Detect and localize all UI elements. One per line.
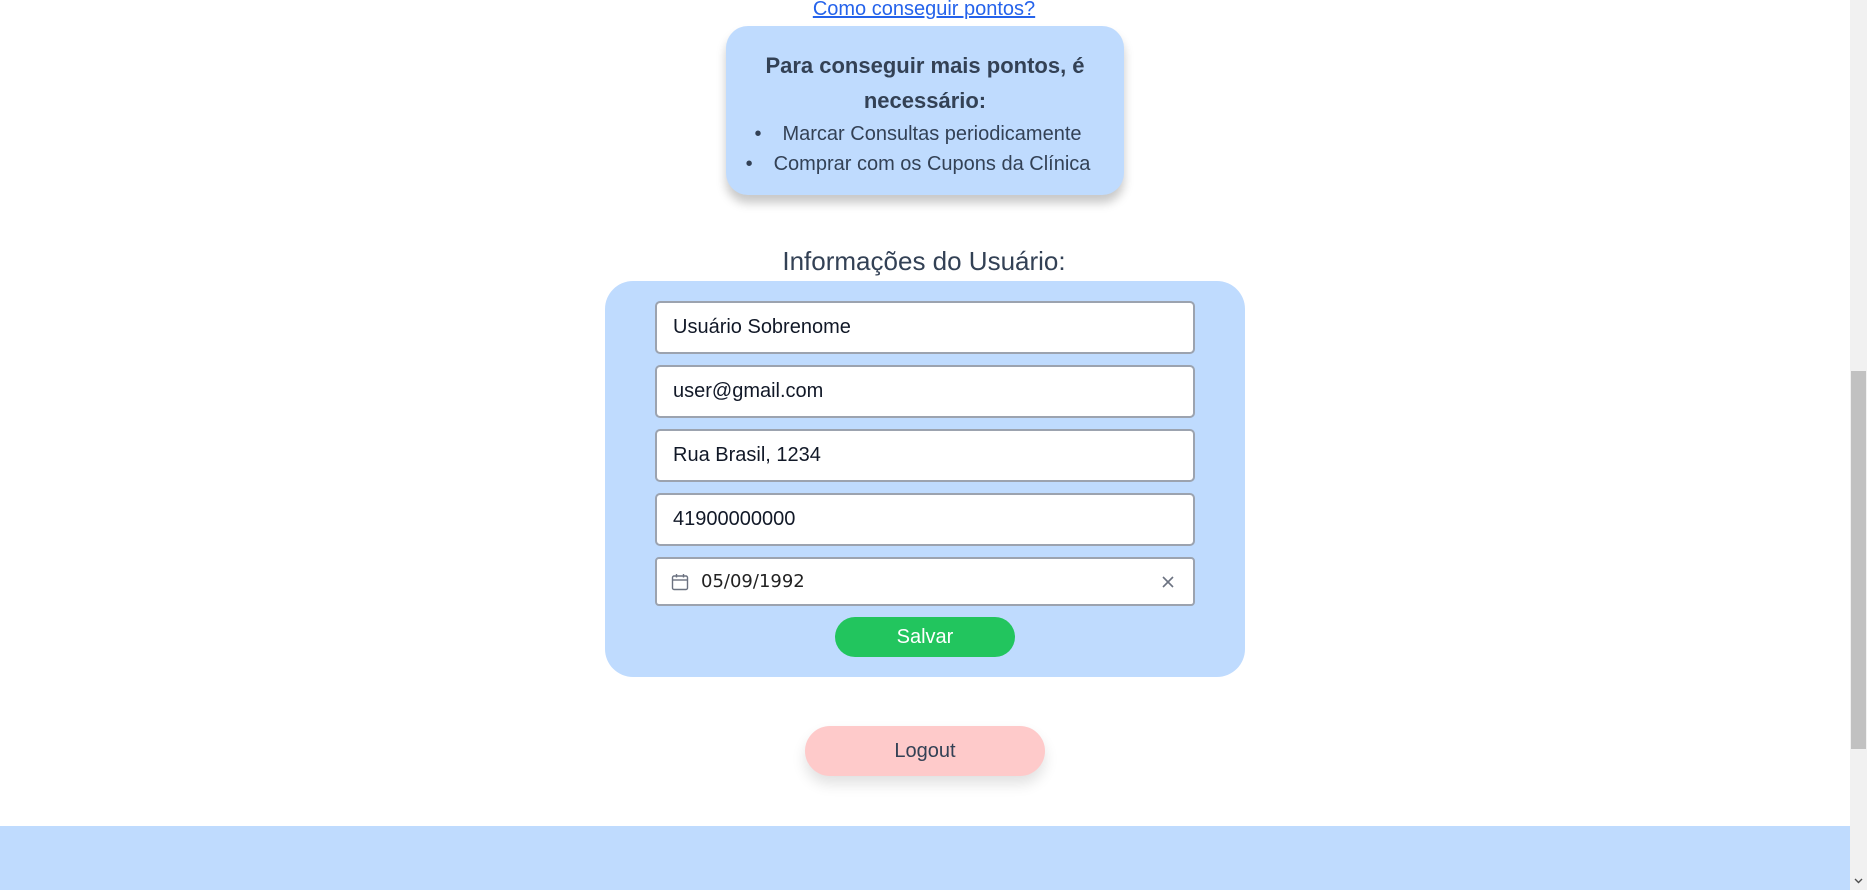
save-button[interactable]: Salvar	[835, 617, 1015, 657]
address-field[interactable]	[655, 429, 1195, 482]
phone-input[interactable]	[673, 495, 1193, 544]
birthdate-value: 05/09/1992	[701, 571, 805, 592]
points-help-link[interactable]: Como conseguir pontos?	[0, 0, 1848, 21]
list-item: Marcar Consultas periodicamente	[726, 119, 1124, 149]
birthdate-picker[interactable]: 05/09/1992	[655, 557, 1195, 606]
vertical-scrollbar[interactable]	[1850, 0, 1867, 890]
name-field[interactable]	[655, 301, 1195, 354]
points-info-list: Marcar Consultas periodicamente Comprar …	[726, 119, 1124, 179]
list-item: Comprar com os Cupons da Clínica	[726, 149, 1124, 179]
email-field[interactable]	[655, 365, 1195, 418]
calendar-icon	[671, 573, 689, 590]
page: Como conseguir pontos? Para conseguir ma…	[0, 0, 1850, 890]
footer	[0, 826, 1850, 890]
name-input[interactable]	[673, 303, 1193, 352]
logout-button[interactable]: Logout	[805, 726, 1045, 776]
user-info-form: 05/09/1992 Salvar	[605, 281, 1245, 677]
points-info-card: Para conseguir mais pontos, é necessário…	[726, 26, 1124, 195]
points-info-heading: Para conseguir mais pontos, é necessário…	[765, 53, 1085, 113]
close-icon[interactable]	[1161, 575, 1175, 589]
scroll-down-arrow-icon[interactable]	[1854, 876, 1863, 885]
user-info-title: Informações do Usuário:	[782, 246, 1066, 276]
phone-field[interactable]	[655, 493, 1195, 546]
email-input[interactable]	[673, 367, 1193, 416]
scrollbar-thumb[interactable]	[1851, 371, 1866, 749]
address-input[interactable]	[673, 431, 1193, 480]
